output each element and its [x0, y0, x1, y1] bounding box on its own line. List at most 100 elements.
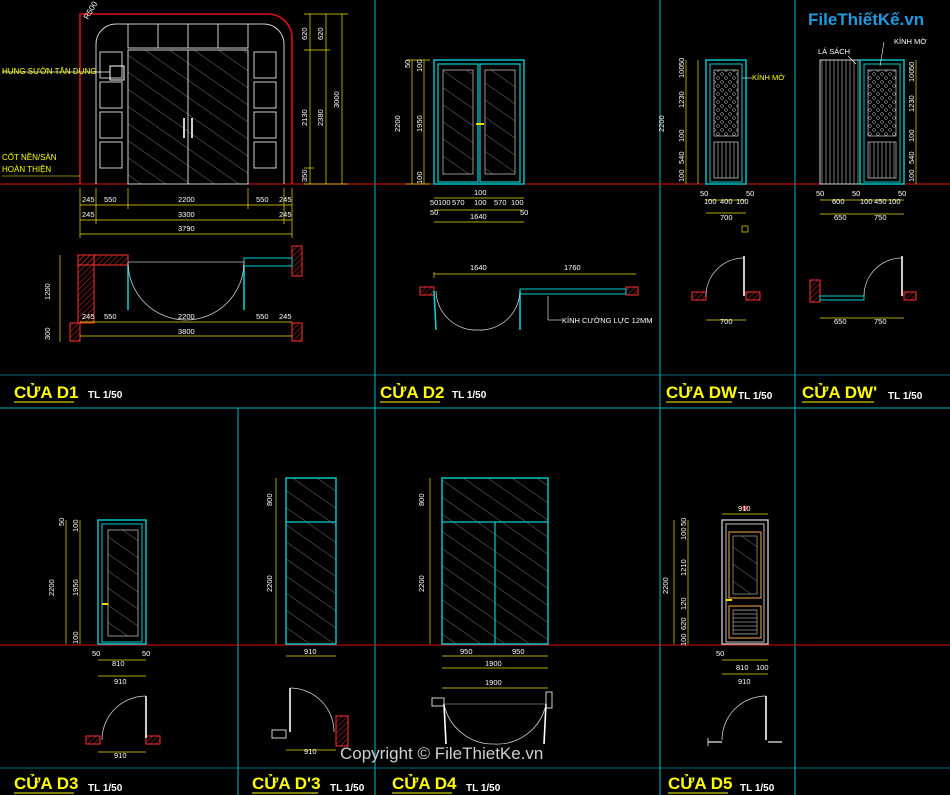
d4-left-1: 2200 — [417, 575, 426, 592]
dwp-right-5: 100 — [907, 169, 916, 182]
dwp-row1-6: 50 — [898, 189, 906, 198]
dw-note: KÍNH MỜ — [752, 73, 785, 82]
d5-left-0: 50 — [679, 518, 688, 526]
d5-left-4: 120 — [679, 597, 688, 610]
d5-row1-0: 50 — [716, 649, 724, 658]
d1-right-dimensions — [304, 13, 348, 185]
dw-left-0: 50 — [677, 58, 686, 66]
dwp-row2-1: 750 — [874, 213, 887, 222]
d1-hoan-thien-label: HOÀN THIỆN — [2, 165, 51, 174]
title-d5: CỬA D5 TL 1/50 — [668, 774, 775, 794]
dwp-row1-1: 600 — [832, 197, 845, 206]
cad-drawing-canvas: R500 HUNG SƯỜN TẬN DỤNG CỐT NỀN/SÀN HOÀN… — [0, 0, 950, 795]
d5-top-0: 910 — [738, 504, 751, 513]
d1-plan-left-1: 300 — [43, 327, 52, 340]
d1-row1-1: 550 — [104, 195, 117, 204]
scale-d3p: TL 1/50 — [330, 783, 365, 794]
door-d2-elevation — [433, 59, 525, 185]
d1-plan-r2-0: 3800 — [178, 327, 195, 336]
d1-plan-left-0: 1200 — [43, 283, 52, 300]
door-d4-elevation — [441, 477, 549, 645]
d5-left-2: 1210 — [679, 559, 688, 576]
title-d1-text: CỬA D1 — [14, 383, 78, 402]
door-dw-plan — [691, 225, 761, 301]
d1-row3-0: 3790 — [178, 224, 195, 233]
d3-left-1: 100 — [71, 519, 80, 532]
door-dw-elevation — [705, 59, 752, 185]
dwp-row1-3: 100 — [860, 197, 873, 206]
d1-cot-nen-label: CỐT NỀN/SÀN — [2, 152, 57, 162]
title-d4: CỬA D4 TL 1/50 — [392, 774, 501, 794]
dwp-note-1: KÍNH MỜ — [894, 37, 927, 46]
d1-dim-r1: 620 — [300, 27, 309, 40]
dw-row1-4: 50 — [746, 189, 754, 198]
door-d5-elevation — [721, 505, 769, 645]
d4-row2-0: 1900 — [485, 659, 502, 668]
title-d5-text: CỬA D5 — [668, 774, 732, 793]
d2-left-4: 100 — [415, 171, 424, 184]
d1-dim-r3: 2130 — [300, 109, 309, 126]
scale-d2: TL 1/50 — [452, 390, 487, 401]
d3p-left-1: 2200 — [265, 575, 274, 592]
title-d3-text: CỬA D3 — [14, 774, 78, 793]
dwp-plan-0: 650 — [834, 317, 847, 326]
dwp-right-2: 1230 — [907, 95, 916, 112]
dw-row1-2: 400 — [720, 197, 733, 206]
title-d2-text: CỬA D2 — [380, 383, 444, 402]
dw-left-5: 540 — [677, 151, 686, 164]
d2-left-2: 2200 — [393, 115, 402, 132]
scale-d4: TL 1/50 — [466, 783, 501, 794]
d4-left-0: 800 — [417, 493, 426, 506]
title-d3p-text: CỬA D'3 — [252, 774, 321, 793]
dwp-right-3: 100 — [907, 129, 916, 142]
d3p-plan-0: 910 — [304, 747, 317, 756]
d5-row1-2: 100 — [756, 663, 769, 672]
dwp-row1-0: 50 — [816, 189, 824, 198]
d5-left-3: 2200 — [661, 577, 670, 594]
door-dwp-elevation — [819, 41, 905, 185]
d2-row2-3: 100 — [474, 198, 487, 207]
door-d3p-elevation — [285, 477, 337, 645]
d2-row2-0b: 50 — [430, 208, 438, 217]
dwp-right-1: 100 — [907, 69, 916, 82]
title-dwp: CỬA DW' TL 1/50 — [802, 383, 923, 403]
door-d3-elevation — [97, 519, 147, 645]
d2-left-0: 50 — [403, 60, 412, 68]
dw-left-4: 100 — [677, 129, 686, 142]
d3p-left-0: 800 — [265, 493, 274, 506]
d2-row3-0: 1640 — [470, 212, 487, 221]
d3-row1-2: 50 — [142, 649, 150, 658]
door-d3p-plan — [271, 687, 349, 747]
d4-row1-1: 950 — [512, 647, 525, 656]
title-d1: CỬA D1 TL 1/50 — [14, 383, 123, 403]
d3-row1-1: 810 — [112, 659, 125, 668]
door-d5-plan — [707, 695, 782, 746]
d3-left-2: 2200 — [47, 579, 56, 596]
d3p-row1-0: 910 — [304, 647, 317, 656]
title-d2: CỬA D2 TL 1/50 — [380, 383, 487, 403]
d1-plan-r1-1: 550 — [104, 312, 117, 321]
d5-row2-0: 910 — [738, 677, 751, 686]
d5-left-6: 100 — [679, 633, 688, 646]
dw-row1-1: 100 — [704, 197, 717, 206]
d4-plan-0: 1900 — [485, 678, 502, 687]
d2-row1-0: 100 — [474, 188, 487, 197]
door-d4-plan — [431, 691, 553, 745]
dw-plan-0: 700 — [720, 317, 733, 326]
door-dwp-plan — [809, 256, 917, 303]
d1-row2-2: 245 — [279, 210, 292, 219]
d1-dim-r5: 3000 — [332, 91, 341, 108]
d1-row1-3: 550 — [256, 195, 269, 204]
title-dw: CỬA DW TL 1/50 — [666, 383, 773, 403]
d1-plan-r1-4: 245 — [279, 312, 292, 321]
scale-d5: TL 1/50 — [740, 783, 775, 794]
d3-plan-0: 910 — [114, 751, 127, 760]
d1-row2-1: 3300 — [178, 210, 195, 219]
d3-left-0: 50 — [57, 518, 66, 526]
dw-left-2: 1230 — [677, 91, 686, 108]
dw-left-3: 2200 — [657, 115, 666, 132]
d2-row2-5: 100 — [511, 198, 524, 207]
d5-left-1: 100 — [679, 527, 688, 540]
dw-row2-0: 700 — [720, 213, 733, 222]
title-d4-text: CỬA D4 — [392, 774, 457, 793]
